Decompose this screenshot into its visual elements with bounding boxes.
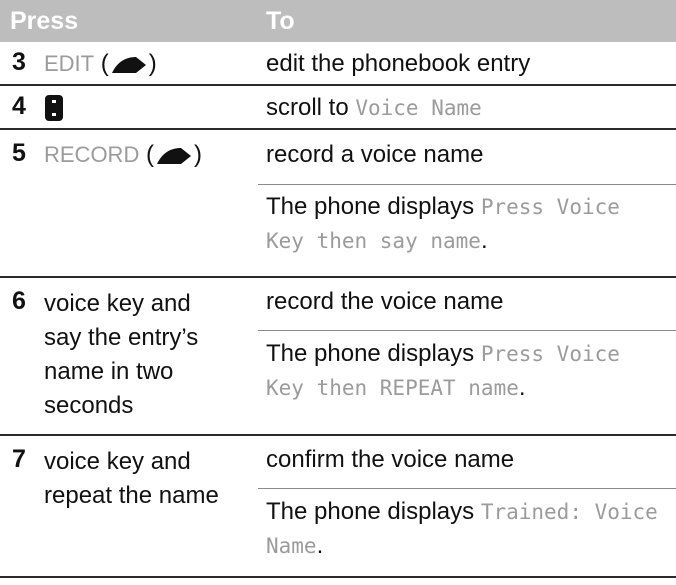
display-text: Name [266,534,317,558]
softkey-label: RECORD [44,142,140,167]
table-header: Press To [0,0,676,42]
to-cell: record a voice name [266,141,484,168]
note-text: . [480,227,488,254]
to-text: scroll to [266,94,356,121]
step-number: 7 [12,445,26,473]
press-cell: RECORD () [44,141,203,168]
step-number: 4 [12,92,26,120]
note-cell: The phone displays Press Voice Key then … [266,337,666,405]
note-text: The phone displays [266,498,481,525]
table-row: 4 scroll to Voice Name [0,86,676,130]
table-row: 5 RECORD () record a voice name The phon… [0,130,676,278]
right-softkey-icon [111,56,146,73]
navigation-key-icon [45,95,63,121]
note-text: . [316,532,324,559]
table-row: 6 voice key and say the entry’s name in … [0,278,676,436]
right-softkey-icon [157,147,192,164]
press-cell: voice key and repeat the name [44,445,219,513]
display-text: Key then REPEAT name [266,376,519,400]
step-number: 6 [12,287,26,315]
to-cell: edit the phonebook entry [266,50,531,77]
press-cell: voice key and say the entry’s name in tw… [44,287,198,423]
display-text: Press Voice [480,342,620,366]
press-line: say the entry’s [44,324,199,351]
header-to: To [266,7,295,35]
press-line: voice key and [44,448,191,475]
to-cell: record the voice name [266,288,504,315]
to-cell: scroll to Voice Name [266,93,482,123]
table-row: 3 EDIT () edit the phonebook entry [0,42,676,86]
note-cell: The phone displays Press Voice Key then … [266,190,666,258]
note-text: The phone displays [266,193,481,220]
softkey-label: EDIT [44,51,95,76]
display-text: Key then say name [266,229,481,253]
display-text: Voice Name [355,96,482,120]
press-line: name in two [44,358,174,385]
press-line: repeat the name [44,482,219,509]
to-cell: confirm the voice name [266,446,515,473]
instruction-table: Press To 3 EDIT () edit the phonebook en… [0,0,676,585]
press-line: seconds [44,392,134,419]
press-line: voice key and [44,290,191,317]
step-number: 5 [12,139,26,167]
table-row: 7 voice key and repeat the name confirm … [0,436,676,578]
note-text: The phone displays [266,340,481,367]
note-cell: The phone displays Trained: Voice Name. [266,495,666,563]
step-number: 3 [12,48,26,76]
display-text: Trained: Voice [480,500,658,524]
press-cell: EDIT () [44,50,157,77]
display-text: Press Voice [480,195,620,219]
header-press: Press [10,7,79,35]
note-text: . [518,374,526,401]
